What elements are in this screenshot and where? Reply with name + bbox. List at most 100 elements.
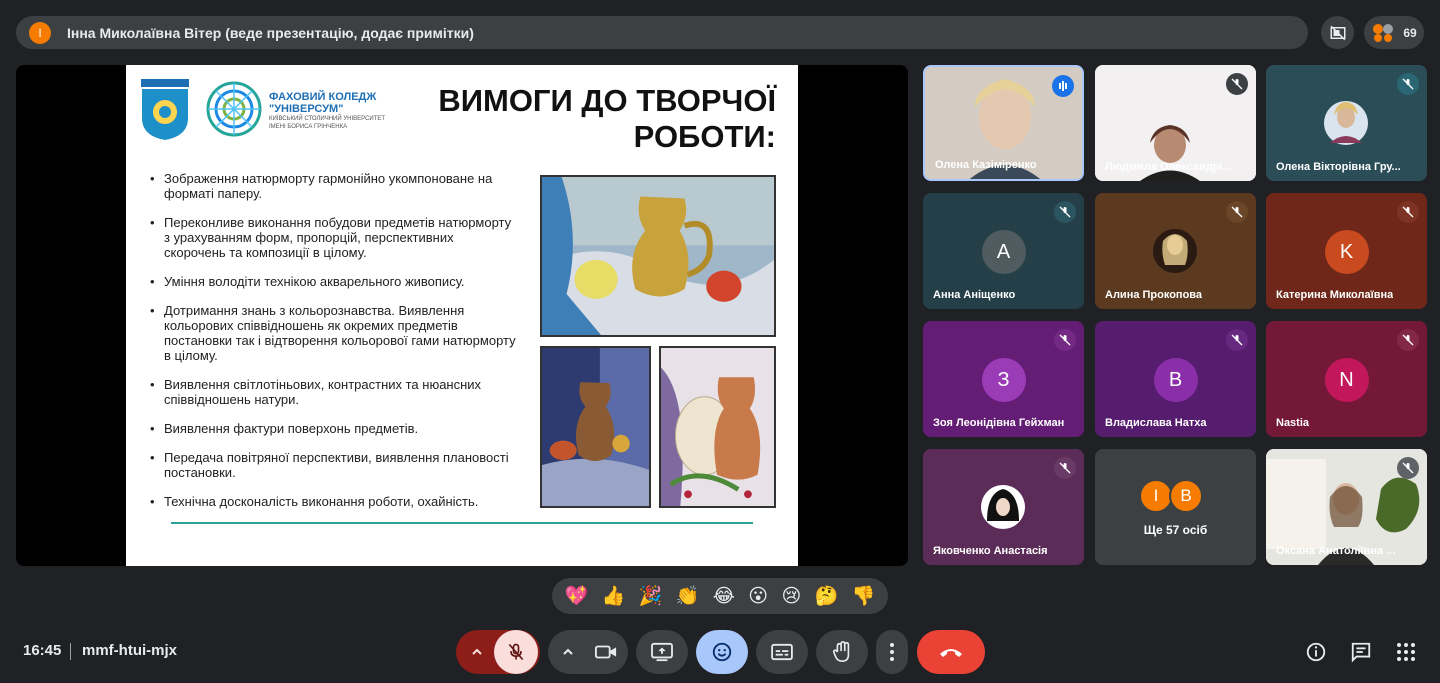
universum-logo xyxy=(206,81,262,137)
participant-tile[interactable]: N Nastia xyxy=(1266,321,1427,437)
participant-name: Олена Казіміренко xyxy=(935,159,1037,171)
college-name: ФАХОВИЙ КОЛЕДЖ "УНІВЕРСУМ" КИЇВСЬКИЙ СТО… xyxy=(269,91,386,130)
reaction-crying[interactable]: 😢 xyxy=(781,587,801,606)
mic-off-icon xyxy=(1226,329,1248,351)
presenter-status-text: Інна Миколаївна Вітер (веде презентацію,… xyxy=(67,24,474,41)
participant-tile[interactable]: Алина Прокопова xyxy=(1095,193,1256,309)
participant-name: Оксана Анатоліївна ... xyxy=(1276,545,1396,557)
mic-off-icon xyxy=(1226,73,1248,95)
participant-tile[interactable]: K Катерина Миколаївна xyxy=(1266,193,1427,309)
participant-name: Катерина Миколаївна xyxy=(1276,289,1394,301)
info-icon xyxy=(1306,642,1326,662)
more-participants-tile[interactable]: І В Ще 57 осіб xyxy=(1095,449,1256,565)
slide-divider xyxy=(171,522,753,524)
participant-avatar: K xyxy=(1324,230,1369,274)
participants-button[interactable]: 69 xyxy=(1364,16,1424,49)
reaction-surprised[interactable]: 😮 xyxy=(748,587,768,606)
meeting-code: mmf-htui-mjx xyxy=(82,642,177,659)
participant-name: Зоя Леонідівна Гейхман xyxy=(933,417,1065,429)
divider xyxy=(70,643,71,660)
participant-avatar: B xyxy=(1153,358,1198,402)
video-camera-icon xyxy=(595,645,617,659)
mic-off-icon xyxy=(1397,329,1419,351)
participant-tile[interactable]: Яковченко Анастасія xyxy=(923,449,1084,565)
end-call-icon xyxy=(940,649,962,657)
reactions-button[interactable] xyxy=(696,630,748,674)
people-avatars-icon xyxy=(1373,23,1394,42)
reaction-clapping[interactable]: 👏 xyxy=(676,587,700,606)
hand-icon xyxy=(832,641,850,662)
apps-grid-icon xyxy=(1397,643,1415,661)
chevron-up-icon xyxy=(563,648,573,655)
still-life-painting-jug xyxy=(540,175,776,337)
participant-name: Олена Вікторівна Гру... xyxy=(1276,161,1401,173)
speaking-indicator-icon xyxy=(1052,75,1074,97)
participant-name: Nastia xyxy=(1276,417,1310,429)
activities-button[interactable] xyxy=(1392,638,1420,666)
reactions-bar: 💖 👍 🎉 👏 😂 😮 😢 🤔 👎 xyxy=(552,578,888,614)
mic-off-icon xyxy=(508,643,524,661)
participant-name: Владислава Натха xyxy=(1105,417,1207,429)
captions-button[interactable] xyxy=(756,630,808,674)
presenter-avatar: І xyxy=(29,21,51,44)
more-participants-label: Ще 57 осіб xyxy=(1143,523,1208,537)
participant-tile[interactable]: A Алина Прокопова Анна Аніщенко xyxy=(923,193,1084,309)
layout-toggle-button[interactable] xyxy=(1321,16,1354,49)
mic-off-icon xyxy=(1397,73,1419,95)
participant-tile[interactable]: Олена Вікторівна Гру... xyxy=(1266,65,1427,181)
emoji-icon xyxy=(712,642,732,662)
list-item: Уміння володіти технікою акварельного жи… xyxy=(150,274,518,289)
participant-tile[interactable]: B Владислава Натха xyxy=(1095,321,1256,437)
closed-captions-icon xyxy=(771,643,793,661)
mic-off-icon xyxy=(1397,201,1419,223)
participant-name: Яковченко Анастасія xyxy=(933,545,1048,557)
participant-tile[interactable]: Оксана Анатоліївна ... xyxy=(1266,449,1427,565)
reaction-laughing[interactable]: 😂 xyxy=(713,587,735,606)
participant-avatar: І xyxy=(1139,479,1173,513)
list-item: Переконливе виконання побудови предметів… xyxy=(150,215,518,260)
participant-name: Анна Аніщенко xyxy=(933,289,1016,301)
mic-off-icon xyxy=(1397,457,1419,479)
requirements-list: Зображення натюрморту гармонійно укомпон… xyxy=(150,171,518,523)
chat-button[interactable] xyxy=(1347,638,1375,666)
mic-toggle-button[interactable] xyxy=(494,630,538,674)
participant-name: Алина Прокопова xyxy=(1105,289,1203,301)
list-item: Виявлення світлотіньових, контрастних та… xyxy=(150,377,518,407)
presentation-view[interactable]: ФАХОВИЙ КОЛЕДЖ "УНІВЕРСУМ" КИЇВСЬКИЙ СТО… xyxy=(16,65,908,566)
meeting-details-button[interactable] xyxy=(1302,638,1330,666)
participant-avatar: N xyxy=(1324,358,1369,402)
raise-hand-button[interactable] xyxy=(816,630,868,674)
college-shield-logo xyxy=(141,79,189,140)
mic-off-icon xyxy=(1054,201,1076,223)
leave-call-button[interactable] xyxy=(917,630,985,674)
chat-icon xyxy=(1351,642,1371,663)
mic-off-icon xyxy=(1054,329,1076,351)
participant-tile[interactable]: З Зоя Леонідівна Гейхман xyxy=(923,321,1084,437)
list-item: Передача повітряної перспективи, виявлен… xyxy=(150,450,518,480)
reaction-sparkling-heart[interactable]: 💖 xyxy=(565,587,589,606)
camera-toggle-button[interactable] xyxy=(592,638,620,666)
clock: 16:45 xyxy=(23,642,62,659)
participant-tile[interactable]: Олена Казіміренко xyxy=(923,65,1084,181)
chevron-up-icon xyxy=(472,648,482,655)
list-item: Технічна досконалість виконання роботи, … xyxy=(150,494,518,509)
more-vertical-icon xyxy=(890,643,894,661)
participant-tile[interactable]: Людмила Олександрі... xyxy=(1095,65,1256,181)
participant-avatar: A xyxy=(981,230,1026,274)
participant-name: Людмила Олександрі... xyxy=(1105,161,1232,173)
present-screen-button[interactable] xyxy=(636,630,688,674)
still-life-painting-clay-jug xyxy=(540,346,651,508)
slide: ФАХОВИЙ КОЛЕДЖ "УНІВЕРСУМ" КИЇВСЬКИЙ СТО… xyxy=(126,65,798,566)
participant-count: 69 xyxy=(1403,25,1417,40)
reaction-party-popper[interactable]: 🎉 xyxy=(639,587,663,606)
reaction-thinking[interactable]: 🤔 xyxy=(815,587,839,606)
list-item: Зображення натюрморту гармонійно укомпон… xyxy=(150,171,518,201)
reaction-thumbs-up[interactable]: 👍 xyxy=(602,587,626,606)
more-options-button[interactable] xyxy=(876,630,908,674)
slide-title: ВИМОГИ ДО ТВОРЧОЇ РОБОТИ: xyxy=(438,83,776,154)
list-item: Дотримання знань з кольорознавства. Вияв… xyxy=(150,303,518,363)
participant-avatar: З xyxy=(981,358,1026,402)
present-screen-icon xyxy=(651,642,673,662)
reaction-thumbs-down[interactable]: 👎 xyxy=(852,587,876,606)
mic-off-icon xyxy=(1226,201,1248,223)
